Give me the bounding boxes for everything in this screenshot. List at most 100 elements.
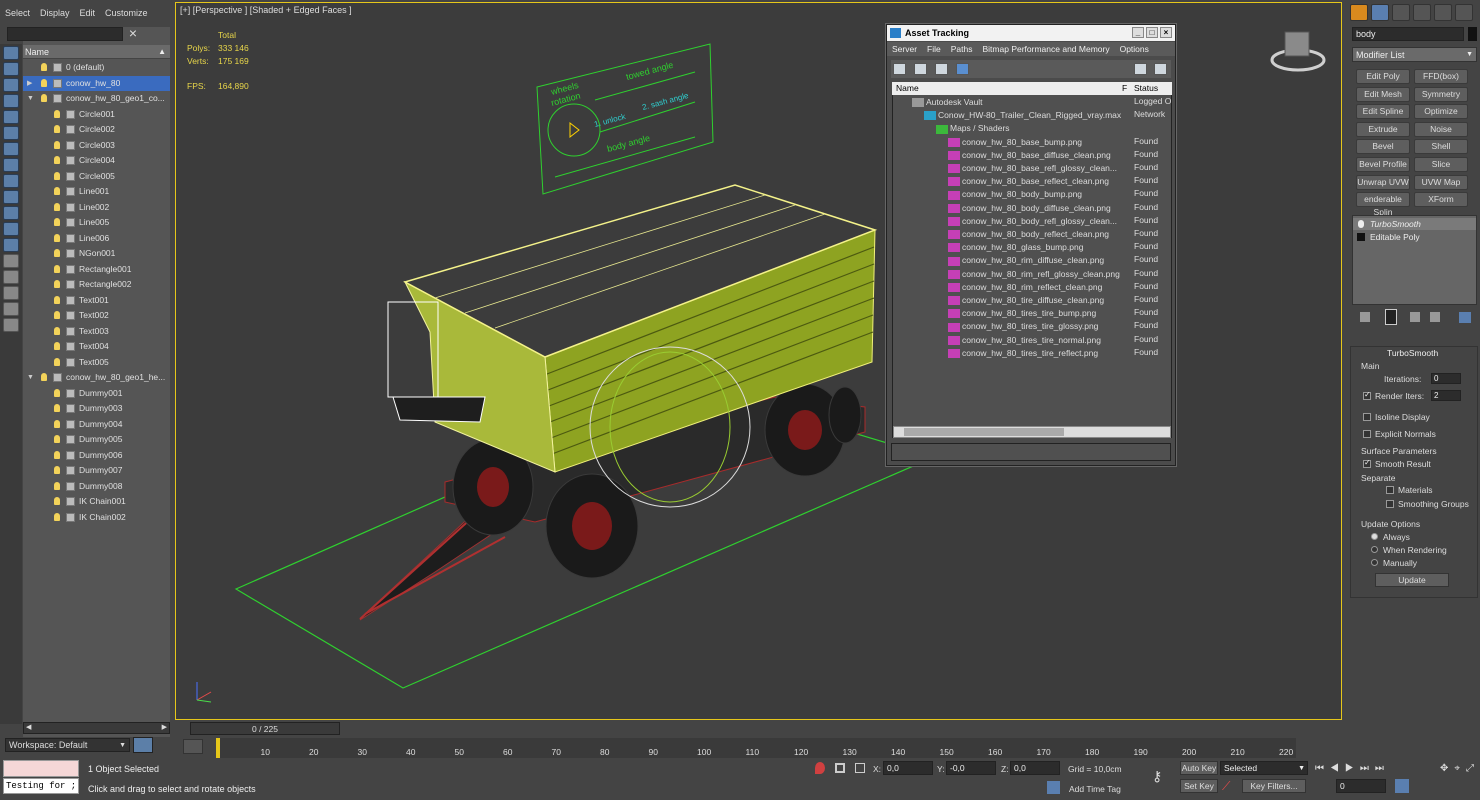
display-geometry-icon[interactable] xyxy=(3,94,19,108)
iterations-spinner[interactable]: 0 xyxy=(1431,373,1461,384)
lightbulb-icon[interactable] xyxy=(54,295,60,304)
explorer-row[interactable]: Rectangle002 xyxy=(23,277,170,293)
configure-sets-icon[interactable] xyxy=(1459,312,1471,323)
asset-row[interactable]: conow_hw_80_rim_refl_glossy_clean.png xyxy=(948,268,1120,281)
key-icon[interactable]: ⚷ xyxy=(1152,768,1162,785)
asset-row[interactable]: conow_hw_80_tires_tire_normal.png xyxy=(948,334,1101,347)
explorer-row[interactable]: Line005 xyxy=(23,215,170,231)
maxscript-listener-output[interactable] xyxy=(3,760,79,777)
menu-item-customize[interactable]: Customize xyxy=(100,8,153,18)
display-shapes-icon[interactable] xyxy=(3,110,19,124)
modifier-button-edit-poly[interactable]: Edit Poly xyxy=(1356,69,1410,84)
asset-row[interactable]: conow_hw_80_rim_diffuse_clean.png xyxy=(948,254,1104,267)
lightbulb-icon[interactable] xyxy=(54,218,60,226)
explorer-row[interactable]: Dummy004 xyxy=(23,417,170,433)
lightbulb-icon[interactable] xyxy=(54,357,60,366)
explorer-row[interactable]: Circle002 xyxy=(23,122,170,138)
lightbulb-icon[interactable] xyxy=(54,311,60,319)
expand-icon[interactable]: ▶ xyxy=(27,76,32,92)
lightbulb-icon[interactable] xyxy=(41,78,47,87)
asset-row[interactable]: conow_hw_80_tires_tire_glossy.png xyxy=(948,320,1098,333)
isolate-icon[interactable] xyxy=(815,762,825,774)
always-radio[interactable] xyxy=(1371,533,1378,540)
display-spacewarps-icon[interactable] xyxy=(3,174,19,188)
asset-row[interactable]: conow_hw_80_tires_tire_bump.png xyxy=(948,307,1096,320)
lightbulb-icon[interactable] xyxy=(54,326,60,335)
lightbulb-icon[interactable] xyxy=(54,202,60,211)
explorer-row[interactable]: Circle003 xyxy=(23,138,170,154)
show-end-result-icon[interactable] xyxy=(1385,309,1397,325)
expand-icon[interactable]: ▼ xyxy=(27,370,34,386)
lightbulb-icon[interactable] xyxy=(54,187,60,195)
stack-item-editable-poly[interactable]: Editable Poly xyxy=(1353,231,1476,243)
modifier-button-shell[interactable]: Shell xyxy=(1414,139,1468,155)
list-view-icon[interactable] xyxy=(914,63,927,75)
lightbulb-icon[interactable] xyxy=(41,94,47,102)
asset-row[interactable]: conow_hw_80_base_reflect_clean.png xyxy=(948,175,1109,188)
col-f-header[interactable]: F xyxy=(1122,82,1127,95)
modifier-button-slice[interactable]: Slice xyxy=(1414,157,1468,172)
modifier-button-symmetry[interactable]: Symmetry xyxy=(1414,86,1468,102)
scroll-right-icon[interactable]: ▶ xyxy=(162,723,167,731)
col-status-header[interactable]: Status xyxy=(1134,82,1158,95)
modifier-button-optimize[interactable]: Optimize xyxy=(1414,104,1468,120)
y-coordinate[interactable]: -0,0 xyxy=(946,761,996,775)
explorer-row[interactable]: Dummy007 xyxy=(23,463,170,479)
asset-row[interactable]: conow_hw_80_body_diffuse_clean.png xyxy=(948,202,1111,215)
explorer-row[interactable]: Line001 xyxy=(23,184,170,200)
curve-editor-icon[interactable] xyxy=(183,739,203,754)
explorer-row[interactable]: Dummy003 xyxy=(23,401,170,417)
lightbulb-icon[interactable] xyxy=(41,373,47,381)
table-view-icon[interactable] xyxy=(956,63,969,75)
explorer-column-header[interactable]: Name ▲ xyxy=(23,45,170,59)
lightbulb-icon[interactable] xyxy=(54,156,60,164)
display-invert-icon[interactable] xyxy=(3,270,19,284)
lightbulb-icon[interactable] xyxy=(54,435,60,443)
explorer-row[interactable]: Line002 xyxy=(23,200,170,216)
lightbulb-icon[interactable] xyxy=(54,388,60,397)
scroll-left-icon[interactable]: ◀ xyxy=(26,723,31,731)
explorer-row[interactable]: Circle001 xyxy=(23,107,170,123)
modifier-button-edit-spline[interactable]: Edit Spline xyxy=(1356,104,1410,120)
asset-row[interactable]: conow_hw_80_base_diffuse_clean.png xyxy=(948,149,1111,162)
lock-selection-icon[interactable] xyxy=(835,763,845,773)
display-bones-icon[interactable] xyxy=(3,206,19,220)
minimize-icon[interactable]: _ xyxy=(1132,27,1144,38)
lightbulb-icon[interactable] xyxy=(54,512,60,521)
asset-row[interactable]: conow_hw_80_base_refl_glossy_clean... xyxy=(948,162,1117,175)
remove-modifier-icon[interactable] xyxy=(1430,312,1440,322)
lightbulb-icon[interactable] xyxy=(54,109,60,118)
key-filters-button[interactable]: Key Filters... xyxy=(1242,779,1306,793)
lightbulb-icon[interactable] xyxy=(54,450,60,459)
invert-selection-icon[interactable] xyxy=(3,78,19,92)
lightbulb-icon[interactable] xyxy=(54,466,60,474)
modifier-button-edit-mesh[interactable]: Edit Mesh xyxy=(1356,86,1410,102)
auto-key-button[interactable]: Auto Key xyxy=(1180,761,1218,775)
settings-icon[interactable] xyxy=(1154,63,1167,75)
modifier-button-bevel-profile[interactable]: Bevel Profile xyxy=(1356,157,1410,172)
expand-icon[interactable]: ▼ xyxy=(27,91,34,107)
help-icon[interactable] xyxy=(1134,63,1147,75)
explorer-row[interactable]: Circle005 xyxy=(23,169,170,185)
explorer-row[interactable]: Text005 xyxy=(23,355,170,371)
lightbulb-icon[interactable] xyxy=(54,342,60,350)
asset-row[interactable]: Conow_HW-80_Trailer_Clean_Rigged_vray.ma… xyxy=(924,109,1121,122)
asset-row[interactable]: Autodesk Vault xyxy=(912,96,983,109)
explorer-row[interactable]: Rectangle001 xyxy=(23,262,170,278)
explorer-row[interactable]: Dummy001 xyxy=(23,386,170,402)
modifier-list-dropdown[interactable]: Modifier List ▼ xyxy=(1352,47,1477,62)
set-key-button[interactable]: Set Key xyxy=(1180,779,1218,793)
lightbulb-icon[interactable] xyxy=(54,249,60,257)
lightbulb-icon[interactable] xyxy=(54,140,60,149)
asset-row[interactable]: conow_hw_80_tire_diffuse_clean.png xyxy=(948,294,1104,307)
asset-row[interactable]: Maps / Shaders xyxy=(936,122,1010,135)
isoline-checkbox[interactable] xyxy=(1363,413,1371,421)
lightbulb-icon[interactable] xyxy=(54,481,60,490)
hierarchy-icon[interactable] xyxy=(3,302,19,316)
explorer-row[interactable]: IK Chain002 xyxy=(23,510,170,526)
object-name-field[interactable]: body xyxy=(1352,27,1464,41)
modifier-button-unwrap-uvw[interactable]: Unwrap UVW xyxy=(1356,174,1410,190)
explorer-row[interactable]: ▼ conow_hw_80_geo1_co... xyxy=(23,91,170,107)
display-groups-icon[interactable] xyxy=(3,190,19,204)
lightbulb-icon[interactable] xyxy=(54,404,60,412)
